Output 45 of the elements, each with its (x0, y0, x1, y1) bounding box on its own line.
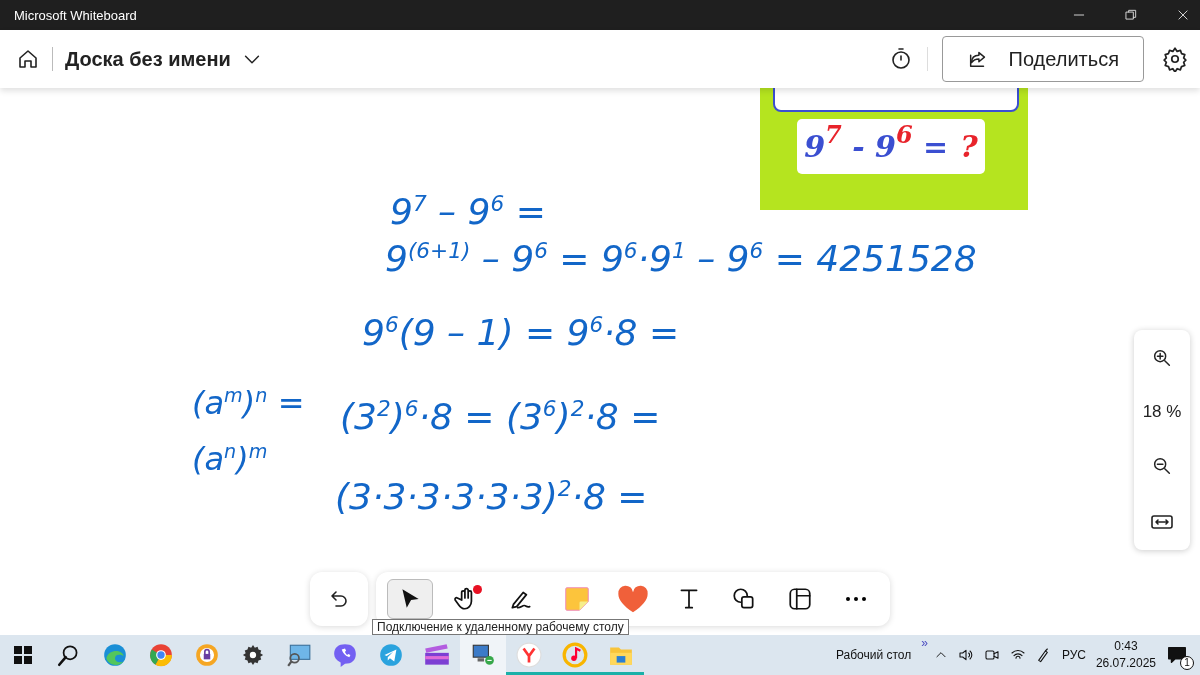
browser-icon (148, 642, 174, 668)
heart-icon (616, 584, 649, 614)
paper-plane-icon (378, 642, 404, 668)
browser-icon (102, 642, 128, 668)
handwritten-equation: 9$^{7}$ – 9$^{6}$ = (390, 191, 546, 232)
music-icon (562, 642, 588, 668)
share-button[interactable]: Поделиться (941, 36, 1144, 82)
handwritten-equation: (3·3·3·3·3·3)$^{2}$·8 = (335, 476, 648, 517)
notifications-button[interactable]: 1 (1166, 642, 1192, 668)
speaker-icon[interactable] (957, 647, 974, 663)
language-indicator[interactable]: РУС (1061, 648, 1086, 662)
date-text: 26.07.2025 (1095, 655, 1156, 672)
desktop-label[interactable]: Рабочий стол (835, 648, 912, 662)
settings-icon (242, 644, 264, 666)
clock[interactable]: 0:43 26.07.2025 (1095, 638, 1156, 672)
window-title: Microsoft Whiteboard (14, 7, 138, 23)
notification-count: 1 (1180, 656, 1194, 670)
handwritten-equation: (a$^{n}$)$^{m}$ (192, 440, 268, 478)
phone-chat-icon (332, 642, 358, 668)
select-tool[interactable] (386, 579, 433, 619)
handwritten-equation: 9$^{(6+1)}$ – 9$^{6}$ = 9$^{6}$·9$^{1}$ – 9$^{6}$ = 4251528 (385, 238, 977, 279)
taskbar-button[interactable] (460, 635, 506, 675)
time-text: 0:43 (1114, 638, 1138, 655)
question-mark: ? (960, 129, 978, 164)
tooltip: Подключение к удаленному рабочему столу (372, 619, 629, 635)
meet-icon[interactable] (983, 647, 1000, 663)
handwritten-equation: (3$^{2}$)$^{6}$·8 = (3$^{6}$)$^{2}$·8 = (340, 396, 661, 437)
chat-icon (1166, 644, 1188, 666)
zoom-level: 18 % (1142, 401, 1182, 422)
undo-button[interactable] (310, 572, 368, 626)
more-icon (844, 595, 868, 603)
close-icon[interactable] (1176, 8, 1190, 22)
overflow-chevron[interactable]: » (921, 636, 928, 650)
handwritten-equation: 9$^{6}$(9 – 1) = 9$^{6}$·8 = (362, 312, 680, 353)
settings-icon[interactable] (1162, 46, 1188, 72)
handwritten-equation: (a$^{m}$)$^{n}$ = (192, 384, 305, 422)
template-icon (787, 586, 814, 612)
board-title: Доска без имени (65, 47, 231, 71)
clapperboard-icon (422, 642, 452, 668)
lock-icon (194, 642, 220, 668)
monitor-icon (286, 642, 312, 668)
restore-icon[interactable] (1124, 8, 1138, 22)
home-icon[interactable] (16, 47, 40, 71)
browser-icon (516, 642, 542, 668)
windows-icon (13, 645, 33, 665)
